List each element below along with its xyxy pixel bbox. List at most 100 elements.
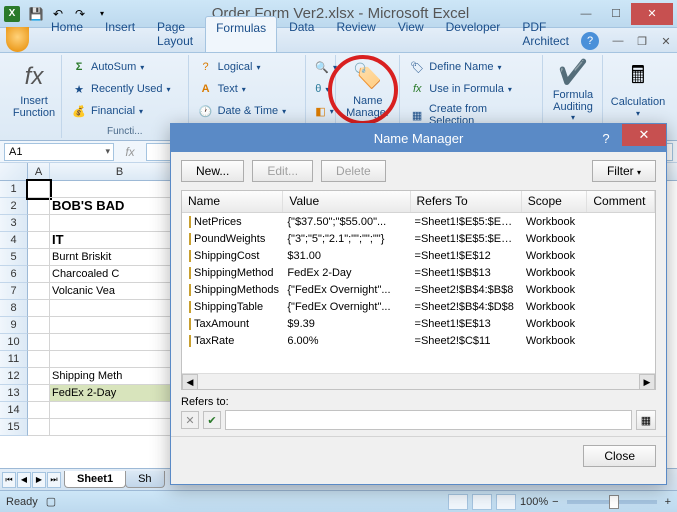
tab-nav-prev[interactable]: ◀ [17,472,31,488]
cell[interactable]: IT [50,232,190,249]
cell[interactable] [50,181,190,198]
formula-auditing-button[interactable]: ✔️ Formula Auditing ▾ [549,57,597,123]
scroll-left-button[interactable]: ◀ [182,374,198,390]
close-button[interactable]: ✕ [631,3,673,25]
accept-refers-button[interactable]: ✔ [203,411,221,429]
cell[interactable] [50,300,190,317]
zoom-in-button[interactable]: + [665,496,671,508]
cell[interactable] [28,181,50,198]
normal-view-button[interactable] [448,494,468,510]
tab-data[interactable]: Data [279,16,324,52]
column-header[interactable]: B [50,163,190,180]
header-name[interactable]: Name [182,191,283,212]
cell[interactable] [28,266,50,283]
page-break-view-button[interactable] [496,494,516,510]
define-name-button[interactable]: 🏷Define Name▾ [406,57,536,77]
name-list-row[interactable]: PoundWeights{"3";"5";"2.1";"";"";""}=She… [182,230,655,247]
cell[interactable] [28,198,50,215]
lookup-button[interactable]: 🔍▾ [312,57,329,77]
tab-pdf-architect[interactable]: PDF Architect [512,16,579,52]
dialog-titlebar[interactable]: Name Manager ? ✕ [171,124,666,152]
doc-minimize-button[interactable]: — [607,30,629,52]
cell[interactable] [28,283,50,300]
cell[interactable] [50,215,190,232]
tab-insert[interactable]: Insert [95,16,145,52]
row-header[interactable]: 3 [0,215,28,232]
tab-formulas[interactable]: Formulas [205,16,277,52]
zoom-level[interactable]: 100% [520,496,548,508]
cell[interactable] [28,300,50,317]
cell[interactable] [28,334,50,351]
calculation-button[interactable]: 🖩 Calculation ▾ [609,57,667,123]
cell[interactable] [50,317,190,334]
row-header[interactable]: 7 [0,283,28,300]
name-list-row[interactable]: ShippingTable{"FedEx Overnight"...=Sheet… [182,298,655,315]
insert-function-button[interactable]: fx Insert Function [10,57,58,123]
row-header[interactable]: 6 [0,266,28,283]
name-list-row[interactable]: ShippingMethodFedEx 2-Day=Sheet1!$B$13Wo… [182,264,655,281]
more-functions-button[interactable]: ◧▾ [312,101,329,121]
cell[interactable] [50,402,190,419]
row-header[interactable]: 15 [0,419,28,436]
date-time-button[interactable]: 🕐Date & Time▾ [195,101,300,121]
help-icon[interactable]: ? [581,32,599,50]
sheet-tab[interactable]: Sheet1 [64,471,126,488]
name-list-row[interactable]: ShippingMethods{"FedEx Overnight"...=She… [182,281,655,298]
range-picker-button[interactable]: ▦ [636,410,656,430]
doc-restore-button[interactable]: ❐ [631,30,653,52]
text-button[interactable]: AText▾ [195,79,300,99]
column-header[interactable]: A [28,163,50,180]
name-manager-button[interactable]: 🏷️ Name Manager [342,57,393,123]
cell[interactable] [28,419,50,436]
zoom-slider[interactable] [567,500,657,504]
scroll-right-button[interactable]: ▶ [639,374,655,390]
tab-nav-first[interactable]: ⏮ [2,472,16,488]
autosum-button[interactable]: ΣAutoSum▾ [68,57,182,77]
close-dialog-button[interactable]: Close [583,445,656,467]
row-header[interactable]: 8 [0,300,28,317]
header-refers[interactable]: Refers To [411,191,522,212]
cell[interactable] [28,249,50,266]
cell[interactable] [28,402,50,419]
cell[interactable]: BOB'S BAD [50,198,190,215]
dialog-close-button[interactable]: ✕ [622,124,666,146]
new-button[interactable]: New... [181,160,244,182]
refers-to-input[interactable] [225,410,632,430]
math-button[interactable]: θ▾ [312,79,329,99]
doc-close-button[interactable]: ✕ [655,30,677,52]
cell[interactable]: Charcoaled C [50,266,190,283]
row-header[interactable]: 10 [0,334,28,351]
tab-developer[interactable]: Developer [436,16,511,52]
tab-view[interactable]: View [388,16,434,52]
delete-button[interactable]: Delete [321,160,386,182]
use-in-formula-button[interactable]: fxUse in Formula▾ [406,79,536,99]
name-list-row[interactable]: ShippingCost$31.00=Sheet1!$E$12Workbook [182,247,655,264]
tab-review[interactable]: Review [326,16,385,52]
recently-used-button[interactable]: ★Recently Used▾ [68,79,182,99]
financial-button[interactable]: 💰Financial▾ [68,101,182,121]
header-scope[interactable]: Scope [522,191,588,212]
name-list-row[interactable]: NetPrices{"$37.50";"$55.00"...=Sheet1!$E… [182,213,655,230]
cell[interactable]: Volcanic Vea [50,283,190,300]
cell[interactable] [50,419,190,436]
row-header[interactable]: 14 [0,402,28,419]
cell[interactable] [28,215,50,232]
cell[interactable] [28,232,50,249]
logical-button[interactable]: ?Logical▾ [195,57,300,77]
row-header[interactable]: 1 [0,181,28,198]
maximize-button[interactable]: ☐ [601,3,631,25]
office-button[interactable] [6,27,29,52]
cell[interactable] [28,385,50,402]
row-header[interactable]: 12 [0,368,28,385]
row-header[interactable]: 4 [0,232,28,249]
header-value[interactable]: Value [283,191,410,212]
cell[interactable]: Burnt Briskit [50,249,190,266]
cell[interactable] [50,351,190,368]
row-header[interactable]: 13 [0,385,28,402]
cell[interactable]: FedEx 2-Day [50,385,190,402]
tab-nav-next[interactable]: ▶ [32,472,46,488]
tab-home[interactable]: Home [41,16,93,52]
row-header[interactable]: 2 [0,198,28,215]
filter-button[interactable]: Filter ▾ [592,160,656,182]
edit-button[interactable]: Edit... [252,160,313,182]
